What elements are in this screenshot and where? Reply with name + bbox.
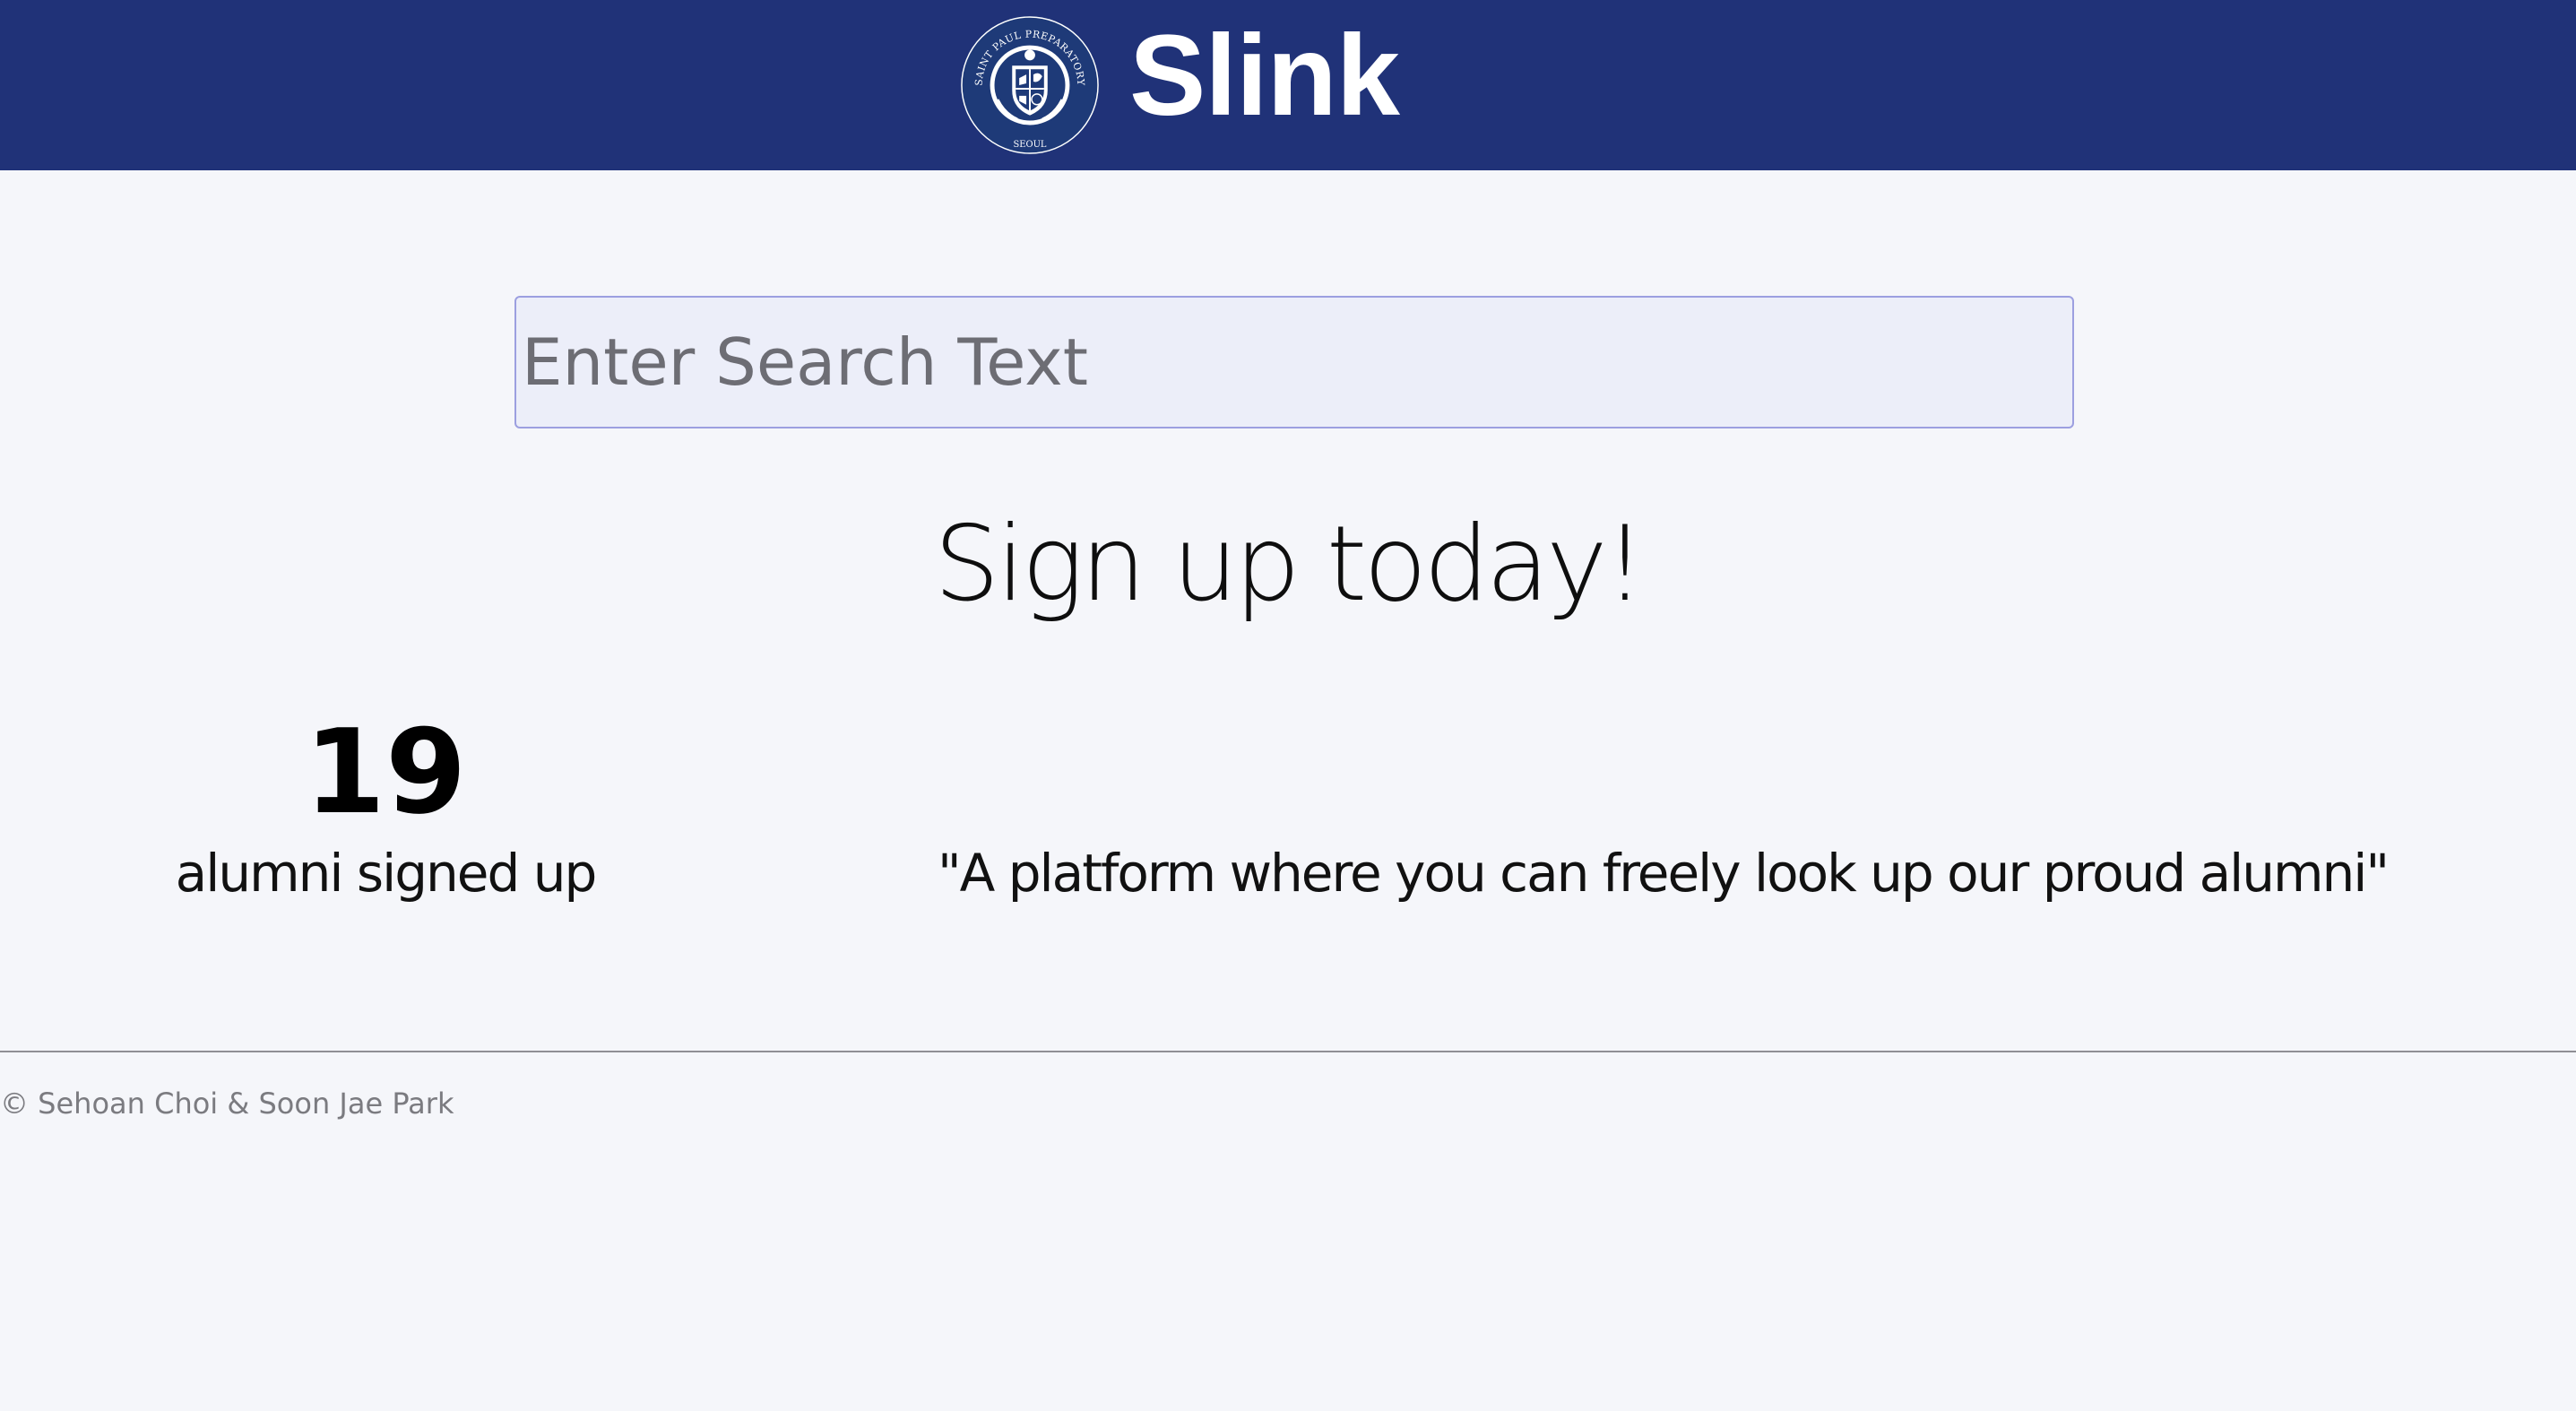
school-crest-logo: SAINT PAUL PREPARATORY SEOUL <box>960 15 1100 155</box>
footer-copyright: © Sehoan Choi & Soon Jae Park <box>0 1086 454 1121</box>
tagline-quote: "A platform where you can freely look up… <box>937 843 2390 904</box>
footer-divider <box>0 1051 2576 1052</box>
alumni-count-label: alumni signed up <box>175 843 598 904</box>
brand[interactable]: SAINT PAUL PREPARATORY SEOUL Slink <box>959 0 1400 170</box>
alumni-count: 19 <box>304 704 467 840</box>
site-title[interactable]: Slink <box>1129 19 1400 134</box>
search-input[interactable] <box>514 296 2074 428</box>
svg-text:SEOUL: SEOUL <box>1014 140 1047 150</box>
signup-heading: Sign up today! <box>933 504 1646 625</box>
site-header: SAINT PAUL PREPARATORY SEOUL Slink <box>0 0 2576 170</box>
